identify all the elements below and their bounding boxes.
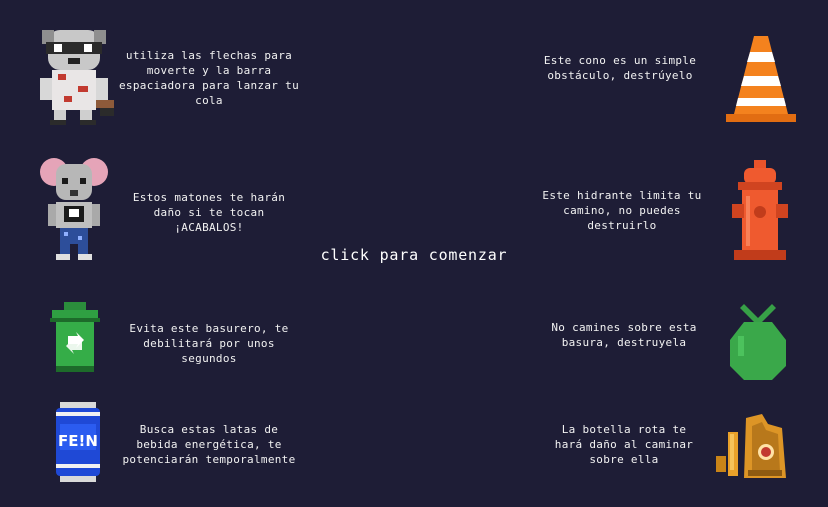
energy-can-icon: FE!N <box>56 402 100 482</box>
fire-hydrant-icon <box>732 160 788 260</box>
trash-bin-icon <box>50 302 100 372</box>
raccoon-icon <box>40 30 114 125</box>
raccoon-caption: utiliza las flechas para moverte y la ba… <box>119 49 299 107</box>
fire-hydrant-caption: Este hidrante limita tu camino, no puede… <box>542 189 702 232</box>
energy-can-caption: Busca estas latas de bebida energética, … <box>122 423 296 466</box>
trash-bin-caption: Evita este basurero, te debilitará por u… <box>129 322 289 365</box>
start-prompt[interactable]: click para comenzar <box>0 246 828 264</box>
traffic-cone-icon <box>726 36 796 122</box>
broken-bottle-caption: La botella rota te hará daño al caminar … <box>554 423 694 466</box>
garbage-bag-icon <box>730 304 786 380</box>
mouse-thug-caption: Estos matones te harán daño si te tocan … <box>132 191 286 234</box>
traffic-cone-caption: Este cono es un simple obstáculo, destrú… <box>543 54 697 82</box>
can-label: FE!N <box>58 432 98 450</box>
garbage-bag-caption: No camines sobre esta basura, destruyela <box>551 321 697 349</box>
broken-bottle-icon <box>716 414 786 478</box>
